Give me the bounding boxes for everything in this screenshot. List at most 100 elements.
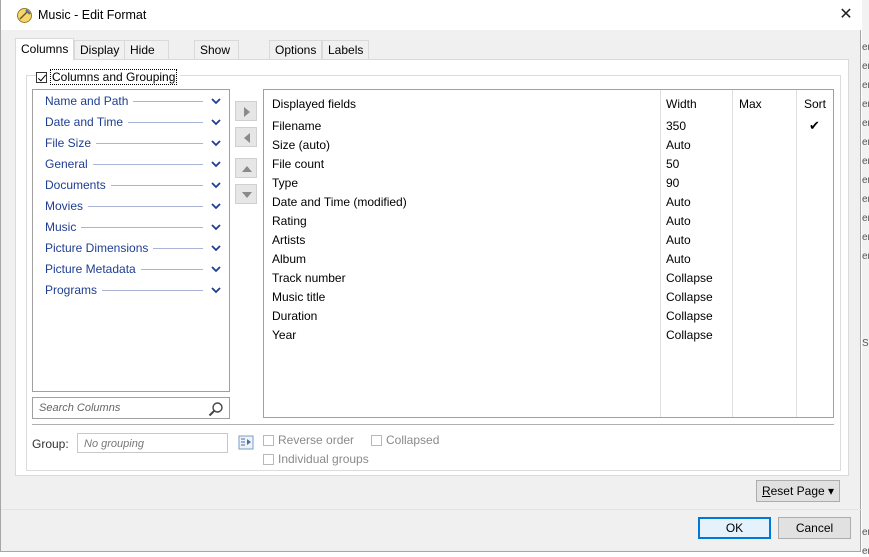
category-picture-metadata[interactable]: Picture Metadata	[45, 260, 221, 278]
tab-labels[interactable]: Labels	[322, 40, 370, 59]
reverse-order-option[interactable]: Reverse order	[263, 433, 354, 447]
columns-grouping-checkbox[interactable]	[36, 71, 47, 83]
individual-groups-option[interactable]: Individual groups	[263, 452, 369, 466]
category-label: Music	[45, 220, 77, 234]
edit-format-dialog: Music - Edit Format ✕ Columns Display Hi…	[0, 0, 862, 552]
category-documents[interactable]: Documents	[45, 176, 221, 194]
table-row[interactable]: Album Auto	[264, 250, 833, 269]
category-movies[interactable]: Movies	[45, 197, 221, 215]
category-date-and-time[interactable]: Date and Time	[45, 113, 221, 131]
close-icon: ✕	[839, 6, 853, 23]
chevron-down-icon	[211, 161, 221, 168]
field-name: Music title	[272, 290, 326, 304]
field-width: Auto	[666, 252, 691, 266]
group-label: Group:	[32, 437, 69, 451]
background-text-fragment: er	[862, 42, 869, 53]
header-sort[interactable]: Sort	[804, 97, 826, 111]
field-width: Collapse	[666, 271, 713, 285]
arrow-down-icon	[242, 192, 252, 198]
reset-page-button[interactable]: Reset Page ▾	[756, 480, 840, 502]
group-input[interactable]: No grouping	[77, 433, 228, 453]
category-name-and-path[interactable]: Name and Path	[45, 92, 221, 110]
move-down-button[interactable]	[235, 184, 257, 204]
arrow-up-icon	[242, 166, 252, 172]
table-row[interactable]: Size (auto) Auto	[264, 136, 833, 155]
field-name: Year	[272, 328, 297, 342]
background-text-fragment: er	[862, 118, 869, 129]
group-settings-icon[interactable]	[238, 435, 254, 450]
field-name: Album	[272, 252, 307, 266]
individual-groups-checkbox[interactable]	[263, 453, 274, 465]
background-text-fragment: er	[862, 99, 869, 110]
search-columns-input[interactable]: Search Columns	[32, 397, 230, 419]
field-name: Filename	[272, 119, 322, 133]
table-row[interactable]: Track number Collapse	[264, 269, 833, 288]
group-placeholder: No grouping	[84, 438, 144, 450]
header-max[interactable]: Max	[739, 97, 762, 111]
field-width: 50	[666, 157, 680, 171]
collapsed-checkbox[interactable]	[371, 434, 382, 446]
reset-label: eset Page	[770, 484, 825, 498]
background-text-fragment: er	[862, 251, 869, 262]
chevron-down-icon	[211, 245, 221, 252]
tab-display[interactable]: Display	[74, 40, 126, 59]
background-app-strip: er er er er er er er er er er er er Ser er	[862, 0, 869, 557]
category-label: Documents	[45, 178, 106, 192]
field-width: Collapse	[666, 328, 713, 342]
move-up-button[interactable]	[235, 158, 257, 178]
table-row[interactable]: Rating Auto	[264, 212, 833, 231]
chevron-down-icon	[211, 119, 221, 126]
window-title: Music - Edit Format	[38, 8, 147, 22]
field-width: Auto	[666, 233, 691, 247]
add-column-button[interactable]	[235, 101, 257, 121]
tab-show-filters[interactable]: Show Filters	[194, 40, 239, 76]
reverse-order-checkbox[interactable]	[263, 434, 274, 446]
field-name: Date and Time (modified)	[272, 195, 407, 209]
close-button[interactable]: ✕	[831, 3, 861, 27]
field-width: 350	[666, 119, 687, 133]
header-displayed-fields[interactable]: Displayed fields	[272, 97, 356, 111]
field-width: Auto	[666, 138, 691, 152]
field-width: 90	[666, 176, 680, 190]
table-row[interactable]: Artists Auto	[264, 231, 833, 250]
arrow-right-icon	[244, 107, 250, 117]
tab-options[interactable]: Options	[269, 40, 323, 59]
category-general[interactable]: General	[45, 155, 221, 173]
collapsed-option[interactable]: Collapsed	[371, 433, 439, 447]
field-name: Duration	[272, 309, 318, 323]
background-text-fragment: er	[862, 527, 869, 538]
header-width[interactable]: Width	[666, 97, 697, 111]
category-label: Name and Path	[45, 94, 129, 108]
field-width: Collapse	[666, 290, 713, 304]
chevron-down-icon	[211, 203, 221, 210]
table-row[interactable]: File count 50	[264, 155, 833, 174]
table-row[interactable]: Date and Time (modified) Auto	[264, 193, 833, 212]
cancel-button[interactable]: Cancel	[778, 517, 851, 539]
background-text-fragment: er	[862, 546, 869, 557]
tab-columns[interactable]: Columns	[15, 38, 75, 60]
table-row[interactable]: Music title Collapse	[264, 288, 833, 307]
category-label: General	[45, 157, 88, 171]
category-picture-dimensions[interactable]: Picture Dimensions	[45, 239, 221, 257]
category-label: Programs	[45, 283, 98, 297]
table-row[interactable]: Filename 350 ✔	[264, 117, 833, 136]
remove-column-button[interactable]	[235, 127, 257, 147]
tab-hide-filters[interactable]: Hide Filters	[124, 40, 169, 76]
columns-grouping-toggle[interactable]: Columns and Grouping	[36, 69, 181, 85]
table-row[interactable]: Duration Collapse	[264, 307, 833, 326]
search-placeholder: Search Columns	[39, 402, 121, 414]
category-label: Picture Metadata	[45, 262, 136, 276]
collapsed-label: Collapsed	[386, 433, 440, 447]
ok-button[interactable]: OK	[698, 517, 771, 539]
field-name: Size (auto)	[272, 138, 331, 152]
category-music[interactable]: Music	[45, 218, 221, 236]
individual-groups-label: Individual groups	[278, 452, 369, 466]
category-file-size[interactable]: File Size	[45, 134, 221, 152]
search-icon[interactable]	[208, 401, 224, 417]
chevron-down-icon	[211, 266, 221, 273]
table-row[interactable]: Year Collapse	[264, 326, 833, 345]
table-row[interactable]: Type 90	[264, 174, 833, 193]
chevron-down-icon	[211, 98, 221, 105]
reset-accesskey: R	[761, 484, 771, 498]
category-programs[interactable]: Programs	[45, 281, 221, 299]
